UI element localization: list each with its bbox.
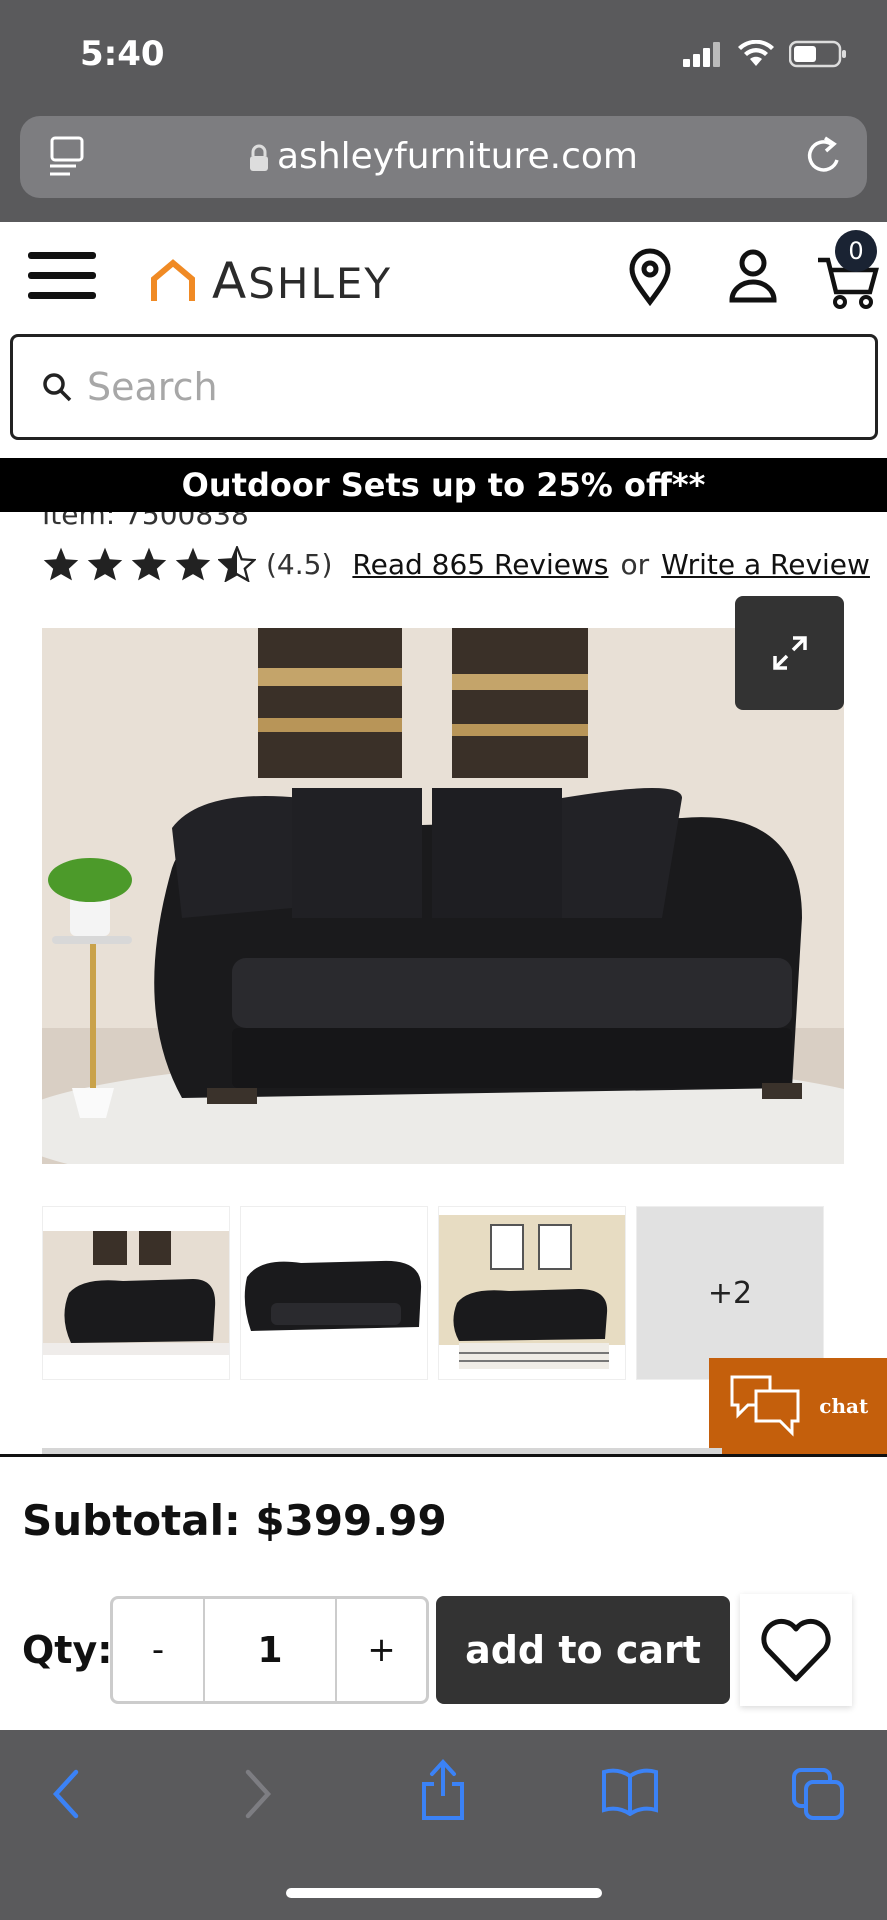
quantity-increase-button[interactable]: + <box>337 1599 426 1701</box>
chat-button[interactable]: chat <box>709 1358 887 1454</box>
add-to-cart-button[interactable]: add to cart <box>436 1596 730 1704</box>
sticky-bar-divider <box>0 1454 887 1457</box>
main-product-image[interactable] <box>42 628 844 1164</box>
expand-image-button[interactable] <box>735 596 844 710</box>
tabs-icon[interactable] <box>790 1766 846 1822</box>
store-locator-icon[interactable] <box>626 248 674 306</box>
url-bar[interactable]: ashleyfurniture.com <box>20 116 867 198</box>
thumbnail-living-room <box>439 1215 625 1369</box>
url-text: ashleyfurniture.com <box>277 136 638 177</box>
quantity-value[interactable]: 1 <box>205 1599 337 1701</box>
chat-bubbles-icon <box>730 1375 800 1437</box>
cart-count-badge: 0 <box>835 230 877 272</box>
status-icons <box>683 40 847 68</box>
menu-bar-line <box>28 272 96 279</box>
search-input[interactable] <box>87 355 847 419</box>
cellular-signal-icon <box>683 42 720 67</box>
search-box[interactable] <box>10 334 878 440</box>
wishlist-button[interactable] <box>740 1594 852 1706</box>
thumbnail-strip: +2 <box>42 1206 824 1380</box>
home-indicator[interactable] <box>286 1888 602 1898</box>
read-reviews-link[interactable]: Read 865 Reviews <box>352 548 608 581</box>
browser-top-bar: 5:40 ashleyfurniture.com <box>0 0 887 222</box>
rating-stars <box>42 546 256 582</box>
thumbnail-room-sofa <box>43 1231 229 1355</box>
battery-icon <box>789 40 846 68</box>
thumbnail-sofa <box>244 1260 422 1331</box>
status-time: 5:40 <box>80 34 165 74</box>
share-icon[interactable] <box>418 1758 468 1822</box>
wifi-icon <box>738 40 774 66</box>
bookmarks-icon[interactable] <box>600 1766 660 1816</box>
account-icon[interactable] <box>728 248 778 304</box>
quantity-stepper: - 1 + <box>110 1596 429 1704</box>
thumbnail-image[interactable] <box>240 1206 428 1380</box>
thumbnail-image[interactable] <box>438 1206 626 1380</box>
subtotal: Subtotal: $399.99 <box>22 1496 447 1545</box>
forward-icon[interactable] <box>240 1766 276 1822</box>
thumbnail-image[interactable] <box>42 1206 230 1380</box>
menu-button[interactable] <box>28 252 96 306</box>
quantity-decrease-button[interactable]: - <box>113 1599 205 1701</box>
write-review-link[interactable]: Write a Review <box>661 548 870 581</box>
menu-bar-line <box>28 252 96 259</box>
rating-row: (4.5) Read 865 Reviews or Write a Review <box>42 546 870 582</box>
house-logo-icon <box>151 259 195 301</box>
reload-icon[interactable] <box>801 132 847 180</box>
logo-text: ASHLEY <box>212 252 393 310</box>
chat-label: chat <box>819 1394 869 1418</box>
lock-icon <box>250 144 268 171</box>
search-icon <box>43 373 72 402</box>
sofa-room-illustration <box>42 628 844 1164</box>
star-full-icon <box>131 547 167 581</box>
promo-banner[interactable]: Outdoor Sets up to 25% off** <box>0 458 887 512</box>
or-text: or <box>620 547 650 581</box>
site-header: ASHLEY 0 <box>0 222 887 332</box>
star-full-icon <box>87 547 123 581</box>
url-display[interactable]: ashleyfurniture.com <box>20 136 867 177</box>
menu-bar-line <box>28 292 96 299</box>
qty-label: Qty: <box>22 1628 113 1672</box>
expand-arrows-icon <box>772 636 807 670</box>
more-images-tile[interactable]: +2 <box>636 1206 824 1380</box>
star-half-icon <box>218 546 256 582</box>
back-icon[interactable] <box>48 1766 84 1822</box>
star-full-icon <box>43 547 79 581</box>
star-full-icon <box>175 547 211 581</box>
rating-value: (4.5) <box>266 547 333 581</box>
heart-icon <box>761 1618 831 1682</box>
ashley-logo[interactable]: ASHLEY <box>150 252 392 310</box>
cart-button[interactable]: 0 <box>814 222 887 332</box>
